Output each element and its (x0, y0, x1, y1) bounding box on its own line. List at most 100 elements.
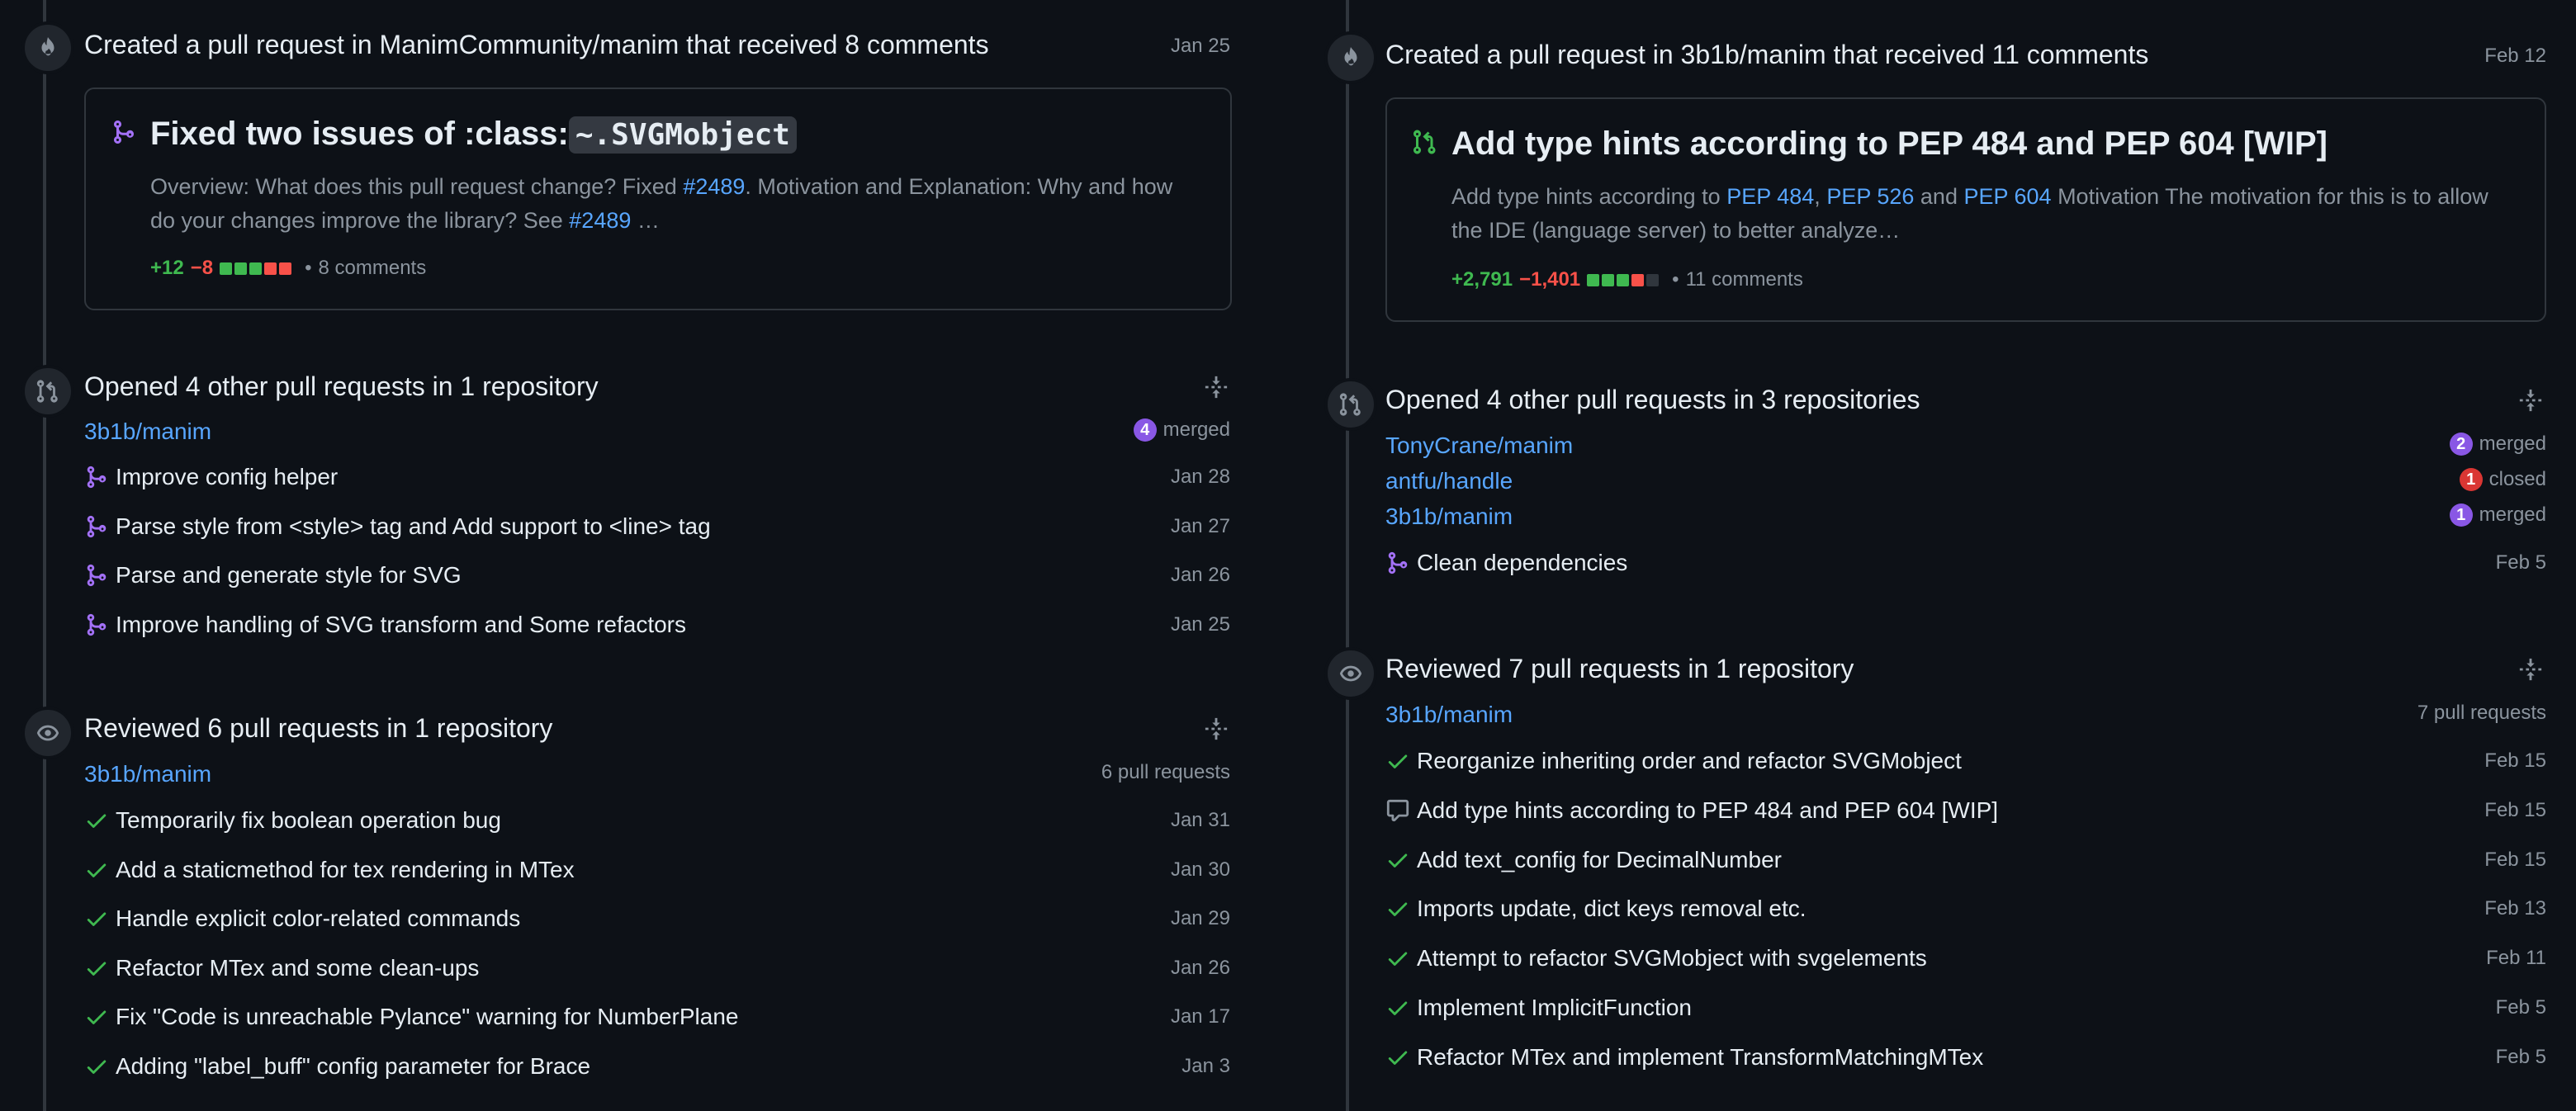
list-item-title[interactable]: Refactor MTex and some clean-ups (116, 955, 1171, 981)
pull-request-badge (1324, 378, 1377, 431)
repo-status-summary: 1 closed (2459, 466, 2546, 493)
event-date: Feb 12 (2484, 45, 2546, 67)
flame-icon (1344, 46, 1357, 66)
list-item-date: Feb 13 (2484, 897, 2546, 920)
check-icon (1388, 853, 1408, 868)
fold-icon[interactable] (2518, 388, 2543, 413)
status-label: merged (2479, 433, 2546, 455)
pr-title-text: Fixed two issues of :class: (150, 116, 569, 152)
pull-request-description: Add type hints according to PEP 484, PEP… (1451, 180, 2498, 248)
merged-summary: 4 merged (1133, 417, 1230, 443)
list-item-title[interactable]: Reorganize inheriting order and refactor… (1417, 748, 2484, 774)
list-item[interactable]: Refactor MTex and implement TransformMat… (1385, 1041, 2546, 1074)
pull-request-title[interactable]: Add type hints according to PEP 484 and … (1451, 122, 2327, 165)
list-item-title[interactable]: Attempt to refactor SVGMobject with svge… (1417, 945, 2486, 972)
separator-dot: • (305, 257, 312, 279)
list-item-title[interactable]: Adding "label_buff" config parameter for… (116, 1053, 1181, 1080)
list-item[interactable]: Refactor MTex and some clean-ups Jan 26 (84, 952, 1230, 985)
list-item[interactable]: Parse and generate style for SVG Jan 26 (84, 559, 1230, 592)
pr-merged-icon (1388, 551, 1408, 574)
list-item[interactable]: Add text_config for DecimalNumber Feb 15 (1385, 844, 2546, 877)
check-icon (87, 962, 107, 976)
list-item[interactable]: Improve config helper Jan 28 (84, 461, 1230, 494)
list-item-title[interactable]: Add a staticmethod for tex rendering in … (116, 857, 1171, 883)
list-item-title[interactable]: Handle explicit color-related commands (116, 905, 1171, 932)
event-title[interactable]: Created a pull request in ManimCommunity… (84, 28, 989, 61)
list-item-date: Feb 5 (2495, 1045, 2546, 1068)
check-icon (87, 814, 107, 828)
list-item-title[interactable]: Parse and generate style for SVG (116, 562, 1171, 589)
pr-stats: +12 −8 • 8 comments (150, 256, 426, 281)
pr-desc-ellipsis: … (631, 208, 660, 233)
repository-link[interactable]: 3b1b/manim (84, 759, 211, 789)
additions-count: +12 (150, 257, 184, 279)
event-title[interactable]: Created a pull request in 3b1b/manim tha… (1385, 38, 2148, 71)
pr-open-icon (1413, 130, 1436, 154)
fold-icon[interactable] (2518, 657, 2543, 682)
check-icon (87, 912, 107, 926)
git-pull-request-icon (1339, 393, 1361, 416)
diffstat-bar (220, 262, 292, 275)
merged-count-badge: 2 (2449, 433, 2473, 456)
list-item[interactable]: Imports update, dict keys removal etc. Fe… (1385, 892, 2546, 925)
list-item[interactable]: Implement ImplicitFunction Feb 5 (1385, 991, 2546, 1024)
check-icon (87, 1060, 107, 1074)
fold-icon[interactable] (1204, 375, 1229, 399)
list-item[interactable]: Add a staticmethod for tex rendering in … (84, 853, 1230, 886)
list-item-title[interactable]: Improve handling of SVG transform and So… (116, 612, 1171, 638)
list-item-title[interactable]: Add type hints according to PEP 484 and … (1417, 797, 2484, 824)
event-title: Reviewed 7 pull requests in 1 repository (1385, 654, 1854, 683)
check-icon (1388, 902, 1408, 917)
check-icon (1388, 1001, 1408, 1015)
status-label: closed (2488, 468, 2546, 490)
list-item-title[interactable]: Parse style from <style> tag and Add sup… (116, 513, 1171, 540)
list-item-title[interactable]: Implement ImplicitFunction (1417, 995, 2496, 1021)
closed-count-badge: 1 (2459, 468, 2483, 491)
timeline-line (1346, 0, 1349, 1111)
list-item-title[interactable]: Refactor MTex and implement TransformMat… (1417, 1044, 2496, 1071)
event-title: Reviewed 6 pull requests in 1 repository (84, 713, 553, 743)
list-item-title[interactable]: Imports update, dict keys removal etc. (1417, 896, 2484, 922)
activity-column-right: Created a pull request in 3b1b/manim tha… (1308, 0, 2576, 1111)
list-item[interactable]: Adding "label_buff" config parameter for… (84, 1050, 1230, 1083)
list-item[interactable]: Parse style from <style> tag and Add sup… (84, 510, 1230, 543)
event-title: Opened 4 other pull requests in 3 reposi… (1385, 385, 1920, 414)
list-item[interactable]: Add type hints according to PEP 484 and … (1385, 794, 2546, 827)
list-item[interactable]: Attempt to refactor SVGMobject with svge… (1385, 942, 2546, 975)
repository-link[interactable]: antfu/handle (1385, 466, 1513, 496)
eye-icon (36, 725, 59, 741)
deletions-count: −8 (190, 257, 214, 279)
repository-link[interactable]: 3b1b/manim (1385, 700, 1513, 730)
git-pull-request-icon (36, 380, 58, 403)
list-item[interactable]: Clean dependencies Feb 5 (1385, 546, 2546, 579)
eye-icon (1339, 665, 1362, 682)
list-item-title[interactable]: Add text_config for DecimalNumber (1417, 847, 2484, 873)
pep-link[interactable]: PEP 484 (1726, 184, 1814, 209)
list-item-title[interactable]: Improve config helper (116, 464, 1171, 490)
list-item[interactable]: Handle explicit color-related commands Ja… (84, 902, 1230, 935)
list-item-title[interactable]: Temporarily fix boolean operation bug (116, 807, 1171, 834)
list-item[interactable]: Improve handling of SVG transform and So… (84, 608, 1230, 641)
merged-count-badge: 4 (1133, 418, 1157, 442)
list-item-title[interactable]: Fix "Code is unreachable Pylance" warnin… (116, 1004, 1171, 1030)
repository-link[interactable]: TonyCrane/manim (1385, 431, 1573, 461)
pr-title-code: ~.SVGMobject (568, 116, 797, 154)
issue-link[interactable]: #2489 (683, 174, 745, 199)
pr-merged-icon (87, 466, 107, 489)
pep-link[interactable]: PEP 526 (1826, 184, 1914, 209)
repository-link[interactable]: 3b1b/manim (84, 417, 211, 447)
fold-icon[interactable] (1204, 716, 1229, 741)
pep-link[interactable]: PEP 604 (1963, 184, 2051, 209)
issue-link[interactable]: #2489 (569, 208, 631, 233)
check-icon (87, 1010, 107, 1024)
list-item[interactable]: Temporarily fix boolean operation bug Jan… (84, 804, 1230, 837)
pull-request-title[interactable]: Fixed two issues of :class: ~.SVGMobject (150, 112, 797, 157)
event-title: Opened 4 other pull requests in 1 reposi… (84, 371, 599, 401)
event-date: Jan 25 (1170, 35, 1230, 57)
list-item[interactable]: Fix "Code is unreachable Pylance" warnin… (84, 1000, 1230, 1033)
list-item[interactable]: Reorganize inheriting order and refactor… (1385, 745, 2546, 778)
list-item-title[interactable]: Clean dependencies (1417, 550, 2496, 576)
repo-status-summary: 1 merged (2449, 502, 2546, 528)
repository-link[interactable]: 3b1b/manim (1385, 502, 1513, 532)
pull-request-description: Overview: What does this pull request ch… (150, 170, 1184, 238)
